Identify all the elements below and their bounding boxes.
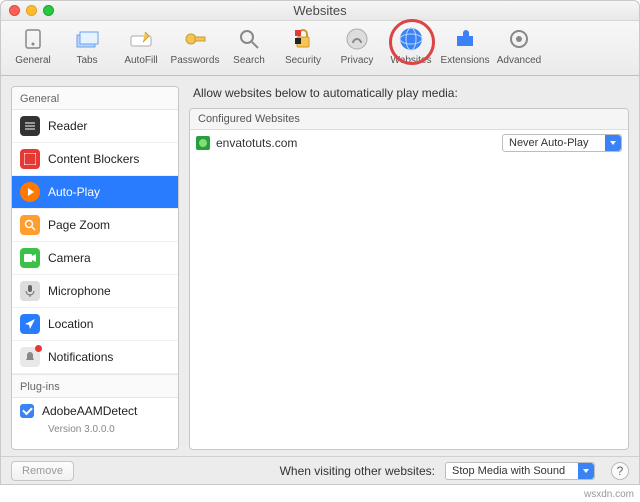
privacy-icon <box>343 25 371 53</box>
sidebar-label: Auto-Play <box>48 185 100 199</box>
advanced-icon <box>505 25 533 53</box>
microphone-icon <box>20 281 40 301</box>
notifications-icon-wrap <box>20 347 40 367</box>
sidebar-auto-play[interactable]: Auto-Play <box>12 176 178 209</box>
main-header: Allow websites below to automatically pl… <box>189 86 629 108</box>
preferences-window: Websites General Tabs AutoFill Passwords… <box>0 0 640 485</box>
watermark: wsxdn.com <box>584 489 634 500</box>
bottom-bar: Remove When visiting other websites: Sto… <box>1 456 639 484</box>
security-icon <box>289 25 317 53</box>
titlebar: Websites <box>1 1 639 21</box>
plugin-checkbox[interactable] <box>20 404 34 418</box>
toolbar-security[interactable]: Security <box>277 25 329 66</box>
autofill-icon <box>127 25 155 53</box>
toolbar-websites[interactable]: Websites <box>385 25 437 66</box>
column-header: Configured Websites <box>190 109 628 130</box>
sidebar-label: Notifications <box>48 350 113 364</box>
row-setting-select[interactable]: Never Auto-Play <box>502 134 622 152</box>
window-title: Websites <box>1 3 639 18</box>
passwords-icon <box>181 25 209 53</box>
sidebar-label: Content Blockers <box>48 152 139 166</box>
window-body: General Reader Content Blockers Auto-Pla… <box>1 76 639 456</box>
toolbar-general[interactable]: General <box>7 25 59 66</box>
camera-icon <box>20 248 40 268</box>
select-value: Stop Media with Sound <box>452 465 565 477</box>
sidebar-label: Location <box>48 317 93 331</box>
other-websites-select[interactable]: Stop Media with Sound <box>445 462 595 480</box>
sidebar-group-general: General <box>12 87 178 110</box>
pref-toolbar: General Tabs AutoFill Passwords Search S… <box>1 21 639 76</box>
toolbar-privacy[interactable]: Privacy <box>331 25 383 66</box>
other-websites-label: When visiting other websites: <box>280 464 435 478</box>
sidebar-content-blockers[interactable]: Content Blockers <box>12 143 178 176</box>
toolbar-passwords[interactable]: Passwords <box>169 25 221 66</box>
sidebar-microphone[interactable]: Microphone <box>12 275 178 308</box>
location-icon <box>20 314 40 334</box>
website-row[interactable]: envatotuts.com Never Auto-Play <box>190 130 628 156</box>
extensions-icon <box>451 25 479 53</box>
site-favicon <box>196 136 210 150</box>
toolbar-autofill[interactable]: AutoFill <box>115 25 167 66</box>
toolbar-extensions[interactable]: Extensions <box>439 25 491 66</box>
notification-badge <box>35 345 42 352</box>
select-value: Never Auto-Play <box>509 137 588 149</box>
sidebar-location[interactable]: Location <box>12 308 178 341</box>
page-zoom-icon <box>20 215 40 235</box>
plugin-label: AdobeAAMDetect <box>42 404 137 418</box>
sidebar-plugin-item[interactable]: AdobeAAMDetect <box>12 398 178 424</box>
sidebar-page-zoom[interactable]: Page Zoom <box>12 209 178 242</box>
chevron-down-icon <box>605 135 621 151</box>
main-pane: Allow websites below to automatically pl… <box>189 86 629 450</box>
sidebar-group-plugins: Plug-ins <box>12 374 178 398</box>
chevron-down-icon <box>578 463 594 479</box>
plugin-version: Version 3.0.0.0 <box>12 424 178 443</box>
search-icon <box>235 25 263 53</box>
help-button[interactable]: ? <box>611 462 629 480</box>
websites-icon <box>397 25 425 53</box>
sidebar-notifications[interactable]: Notifications <box>12 341 178 374</box>
sidebar-label: Reader <box>48 119 87 133</box>
toolbar-search[interactable]: Search <box>223 25 275 66</box>
sidebar-reader[interactable]: Reader <box>12 110 178 143</box>
auto-play-icon <box>20 182 40 202</box>
reader-icon <box>20 116 40 136</box>
tabs-icon <box>73 25 101 53</box>
sidebar-label: Camera <box>48 251 91 265</box>
sidebar-label: Microphone <box>48 284 111 298</box>
configured-websites-list: Configured Websites envatotuts.com Never… <box>189 108 629 450</box>
general-icon <box>19 25 47 53</box>
toolbar-advanced[interactable]: Advanced <box>493 25 545 66</box>
sidebar: General Reader Content Blockers Auto-Pla… <box>11 86 179 450</box>
toolbar-tabs[interactable]: Tabs <box>61 25 113 66</box>
remove-button[interactable]: Remove <box>11 461 74 481</box>
sidebar-label: Page Zoom <box>48 218 110 232</box>
site-name: envatotuts.com <box>216 136 297 150</box>
sidebar-camera[interactable]: Camera <box>12 242 178 275</box>
content-blockers-icon <box>20 149 40 169</box>
